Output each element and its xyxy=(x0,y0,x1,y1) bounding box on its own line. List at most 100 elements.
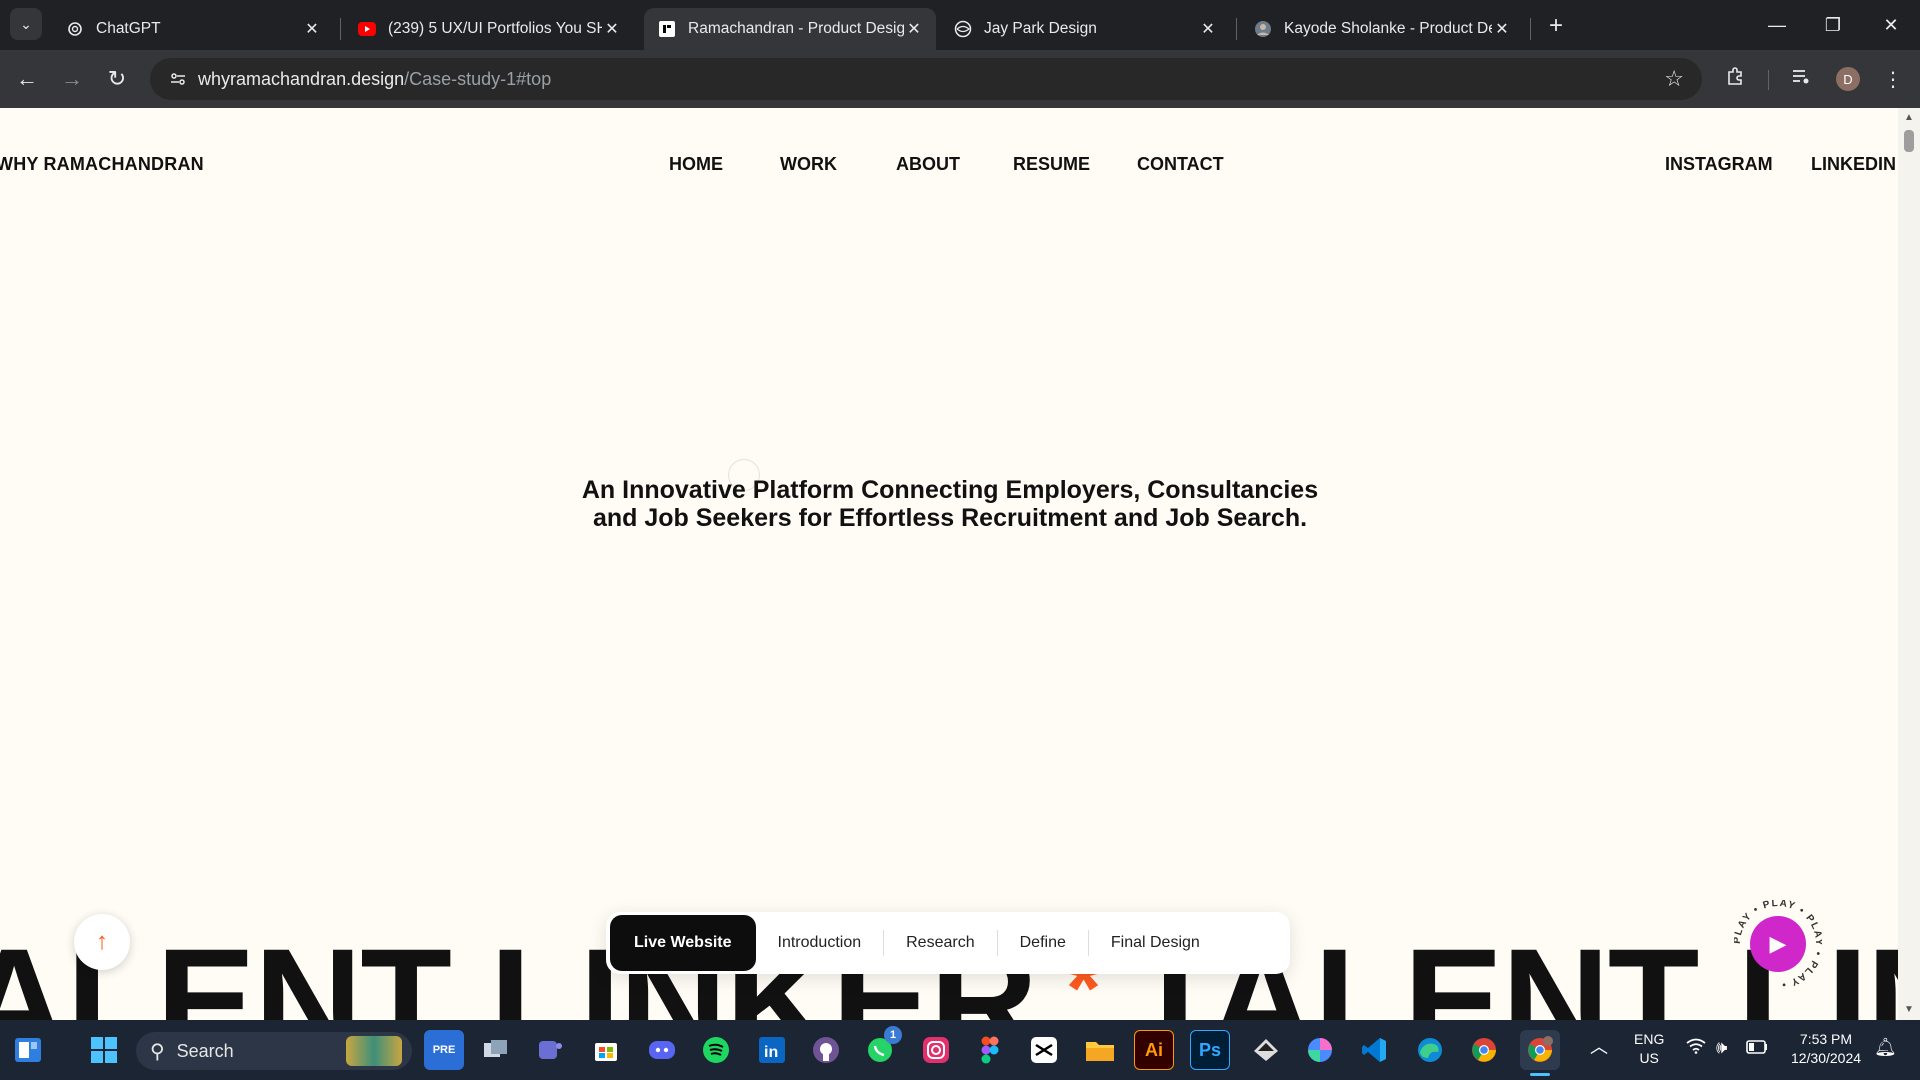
address-bar[interactable]: whyramachandran.design/Case-study-1#top … xyxy=(150,58,1702,100)
instagram-icon[interactable] xyxy=(916,1030,956,1070)
globe-icon xyxy=(954,20,972,38)
new-tab-button[interactable]: + xyxy=(1542,12,1570,40)
plus-icon: + xyxy=(1548,12,1563,39)
hero-heading: An Innovative Platform Connecting Employ… xyxy=(560,476,1340,532)
illustrator-icon[interactable]: Ai xyxy=(1134,1030,1174,1070)
nav-linkedin[interactable]: LINKEDIN xyxy=(1811,154,1896,175)
photoshop-icon[interactable]: Ps xyxy=(1190,1030,1230,1070)
browser-menu-button[interactable]: ⋮ xyxy=(1878,64,1908,94)
section-define[interactable]: Define xyxy=(998,915,1088,971)
section-live-website[interactable]: Live Website xyxy=(610,915,756,971)
close-icon[interactable]: ✕ xyxy=(302,19,322,39)
tab-divider xyxy=(1530,18,1531,40)
tab-kayode[interactable]: Kayode Sholanke - Product Des ✕ xyxy=(1240,8,1524,50)
microsoft-store-icon[interactable] xyxy=(586,1030,626,1070)
spotify-icon[interactable] xyxy=(696,1030,736,1070)
more-vertical-icon: ⋮ xyxy=(1883,68,1903,91)
battery-icon[interactable] xyxy=(1746,1040,1768,1059)
github-icon[interactable] xyxy=(806,1030,846,1070)
edge-icon[interactable] xyxy=(1410,1030,1450,1070)
restore-button[interactable]: ❐ xyxy=(1806,0,1860,50)
section-introduction[interactable]: Introduction xyxy=(756,915,884,971)
back-button[interactable]: ← xyxy=(12,64,42,94)
page-scrollbar[interactable]: ▲ ▼ xyxy=(1898,108,1920,1020)
nav-home[interactable]: HOME xyxy=(669,154,723,175)
tab-youtube[interactable]: (239) 5 UX/UI Portfolios You SH ✕ xyxy=(344,8,634,50)
teams-icon[interactable] xyxy=(530,1030,570,1070)
nav-about[interactable]: ABOUT xyxy=(896,154,960,175)
notifications-bell-icon[interactable]: 🔔︎ xyxy=(1874,1038,1897,1057)
puzzle-icon xyxy=(1725,66,1745,92)
forward-button[interactable]: → xyxy=(57,64,87,94)
capcut-icon[interactable] xyxy=(1024,1030,1064,1070)
tab-divider xyxy=(340,18,341,40)
chevron-down-icon: ⌄ xyxy=(20,15,32,32)
scroll-down-arrow-icon[interactable]: ▼ xyxy=(1904,1004,1914,1015)
copilot-pre-icon[interactable]: PRE xyxy=(424,1030,464,1070)
section-final-design[interactable]: Final Design xyxy=(1089,915,1222,971)
nav-contact[interactable]: CONTACT xyxy=(1137,154,1224,175)
bookmark-star-icon[interactable]: ☆ xyxy=(1664,66,1684,92)
tab-jay-park[interactable]: Jay Park Design ✕ xyxy=(940,8,1230,50)
hero-line-2: and Job Seekers for Effortless Recruitme… xyxy=(592,504,1308,532)
search-icon: ⚲ xyxy=(150,1040,165,1063)
youtube-icon xyxy=(358,20,376,38)
discord-icon[interactable] xyxy=(642,1030,682,1070)
minimize-button[interactable]: — xyxy=(1750,0,1804,50)
close-icon[interactable]: ✕ xyxy=(602,19,622,39)
show-hidden-icons-button[interactable]: ︿ xyxy=(1590,1038,1608,1057)
tab-divider xyxy=(1236,18,1237,40)
extensions-button[interactable] xyxy=(1720,64,1750,94)
section-research[interactable]: Research xyxy=(884,915,996,971)
wifi-icon[interactable] xyxy=(1686,1038,1706,1058)
tab-chatgpt[interactable]: ChatGPT ✕ xyxy=(52,8,334,50)
file-explorer-icon[interactable] xyxy=(1080,1030,1120,1070)
tab-title: Kayode Sholanke - Product Des xyxy=(1284,20,1492,37)
restore-icon: ❐ xyxy=(1824,14,1842,35)
tab-ramachandran[interactable]: Ramachandran - Product Desig ✕ xyxy=(644,8,936,50)
volume-icon[interactable]: 🕪 xyxy=(1716,1038,1727,1057)
figma-icon[interactable] xyxy=(970,1030,1010,1070)
clock-date: 12/30/2024 xyxy=(1790,1050,1862,1066)
clock[interactable]: 7:53 PM 12/30/2024 xyxy=(1786,1030,1866,1068)
close-icon[interactable]: ✕ xyxy=(904,19,924,39)
language-indicator[interactable]: ENG US xyxy=(1634,1030,1664,1068)
chrome-icon[interactable] xyxy=(1464,1030,1504,1070)
arrow-right-icon: → xyxy=(61,66,83,91)
nav-instagram[interactable]: INSTAGRAM xyxy=(1665,154,1773,175)
nav-work[interactable]: WORK xyxy=(780,154,837,175)
inkscape-icon[interactable] xyxy=(1246,1030,1286,1070)
linkedin-icon[interactable]: in xyxy=(752,1030,792,1070)
site-logo[interactable]: WHY RAMACHANDRAN xyxy=(0,154,204,175)
scroll-to-top-button[interactable]: ↑ xyxy=(74,914,130,970)
pre-badge-glyph: PRE xyxy=(432,1044,456,1056)
nav-resume[interactable]: RESUME xyxy=(1013,154,1090,175)
windows-start-icon[interactable] xyxy=(84,1030,124,1070)
site-settings-icon[interactable] xyxy=(158,70,198,88)
scroll-up-arrow-icon[interactable]: ▲ xyxy=(1904,112,1914,123)
copilot-icon[interactable] xyxy=(1300,1030,1340,1070)
chrome-profile-icon[interactable] xyxy=(1520,1030,1560,1076)
taskbar-search[interactable]: ⚲ Search xyxy=(136,1032,412,1070)
language-code: ENG xyxy=(1634,1031,1665,1047)
whatsapp-icon[interactable]: 1 xyxy=(860,1026,902,1070)
vscode-icon[interactable] xyxy=(1354,1030,1394,1070)
close-window-button[interactable]: ✕ xyxy=(1864,0,1918,50)
tab-strip: ⌄ ChatGPT ✕ (239) 5 UX/UI Portfolios You… xyxy=(0,0,1920,50)
play-video-button[interactable]: PLAY • PLAY • PLAY • PLAY • ▶ xyxy=(1734,900,1822,988)
framer-icon xyxy=(658,20,676,38)
tab-title: ChatGPT xyxy=(96,20,161,37)
windows-taskbar: ⚲ Search PRE in 1 Ai Ps ︿ ENG US 🕪 7:53 … xyxy=(0,1020,1920,1080)
tab-search-button[interactable]: ⌄ xyxy=(10,8,42,40)
scrollbar-thumb[interactable] xyxy=(1904,130,1914,152)
close-icon[interactable]: ✕ xyxy=(1198,19,1218,39)
reload-button[interactable]: ↻ xyxy=(102,64,132,94)
task-view-icon[interactable] xyxy=(476,1030,516,1070)
clock-time: 7:53 PM xyxy=(1799,1031,1853,1047)
toolbar-divider xyxy=(1768,70,1769,90)
widgets-icon[interactable] xyxy=(8,1030,48,1070)
play-icon: ▶ xyxy=(1750,916,1806,972)
media-control-button[interactable] xyxy=(1786,64,1816,94)
close-icon[interactable]: ✕ xyxy=(1492,19,1512,39)
profile-avatar[interactable]: D xyxy=(1836,67,1860,91)
